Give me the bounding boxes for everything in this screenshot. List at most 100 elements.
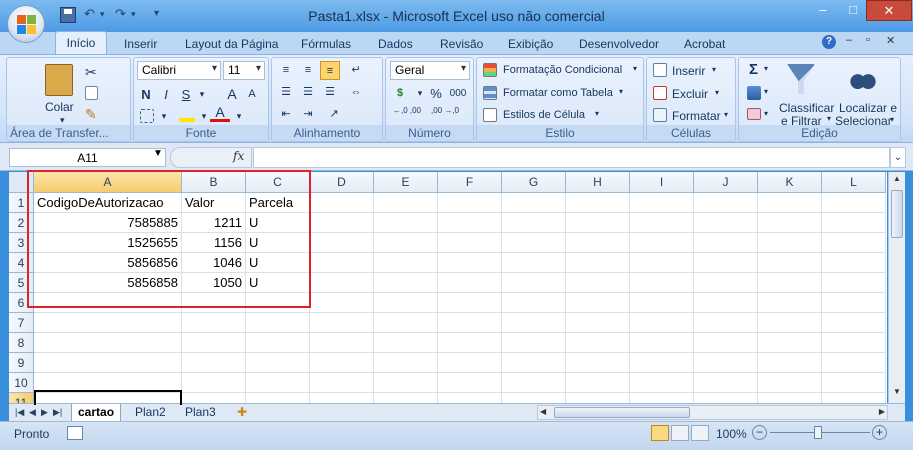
grid-cell[interactable] — [438, 353, 502, 373]
grid-cell[interactable] — [566, 253, 630, 273]
grid-cell[interactable] — [438, 293, 502, 313]
grid-cell[interactable] — [566, 273, 630, 293]
grid-cell[interactable] — [630, 193, 694, 213]
grid-cell[interactable] — [438, 193, 502, 213]
column-header-l[interactable]: L — [822, 172, 886, 193]
cut-icon[interactable]: ✂ — [85, 64, 97, 81]
column-header-h[interactable]: H — [566, 172, 630, 193]
grid-cell[interactable] — [374, 393, 438, 403]
grid-cell[interactable] — [694, 333, 758, 353]
clear-icon[interactable] — [747, 108, 761, 120]
grid-cell[interactable] — [374, 273, 438, 293]
align-right-icon[interactable]: ☰ — [320, 83, 340, 102]
grid-cell[interactable] — [502, 273, 566, 293]
grid-cell[interactable] — [694, 233, 758, 253]
grid-cell[interactable] — [758, 393, 822, 403]
autosum-button[interactable]: Σ — [749, 61, 758, 78]
paste-icon[interactable] — [45, 64, 73, 96]
grid-cell[interactable] — [310, 293, 374, 313]
column-header-i[interactable]: I — [630, 172, 694, 193]
grid-cell[interactable] — [758, 353, 822, 373]
macro-record-icon[interactable] — [67, 426, 83, 440]
tab-exibicao[interactable]: Exibição — [508, 37, 553, 51]
align-center-icon[interactable]: ☰ — [298, 83, 318, 102]
grid-cell[interactable] — [182, 373, 246, 393]
increase-decimal-button[interactable]: ←,0 ,00 — [390, 106, 424, 125]
grid-cell[interactable] — [694, 213, 758, 233]
column-header-e[interactable]: E — [374, 172, 438, 193]
grid-cell[interactable] — [502, 253, 566, 273]
format-table-button[interactable]: Formatar como Tabela — [503, 87, 613, 99]
grid-cell[interactable] — [182, 333, 246, 353]
find-select-dropdown-icon[interactable]: ▾ — [890, 115, 894, 124]
grid-cell[interactable] — [310, 313, 374, 333]
grid-cell[interactable] — [438, 253, 502, 273]
grid-cell[interactable] — [694, 273, 758, 293]
grid-cell[interactable] — [438, 393, 502, 403]
workbook-restore-icon[interactable]: ▫ — [866, 34, 870, 46]
format-dropdown-icon[interactable]: ▾ — [724, 110, 728, 119]
font-size-combo[interactable]: 11 — [223, 61, 265, 80]
grid-cell[interactable] — [694, 253, 758, 273]
row-header-8[interactable]: 8 — [9, 333, 34, 353]
grid-cell[interactable] — [822, 293, 886, 313]
grid-cell[interactable] — [374, 313, 438, 333]
grid-cell[interactable] — [694, 313, 758, 333]
grid-cell[interactable] — [310, 373, 374, 393]
grid-cell[interactable] — [438, 313, 502, 333]
grow-font-button[interactable]: A — [222, 85, 242, 104]
grid-cell[interactable] — [630, 333, 694, 353]
grid-cell[interactable] — [182, 393, 246, 403]
grid-cell[interactable] — [502, 213, 566, 233]
grid-cell[interactable] — [374, 233, 438, 253]
column-header-f[interactable]: F — [438, 172, 502, 193]
sheet-nav-last-icon[interactable]: ▶| — [47, 404, 68, 422]
grid-cell[interactable] — [246, 373, 310, 393]
column-header-d[interactable]: D — [310, 172, 374, 193]
percent-button[interactable]: % — [426, 84, 446, 103]
grid-cell[interactable] — [758, 273, 822, 293]
font-name-combo[interactable]: Calibri — [137, 61, 221, 80]
grid-cell[interactable] — [758, 213, 822, 233]
grid-cell[interactable] — [34, 313, 182, 333]
name-box-dropdown-icon[interactable]: ▼ — [153, 148, 163, 159]
tab-inicio[interactable]: Início — [55, 31, 107, 55]
grid-cell[interactable] — [630, 313, 694, 333]
grid-cell[interactable] — [502, 373, 566, 393]
grid-cell[interactable] — [758, 233, 822, 253]
cell-styles-button[interactable]: Estilos de Célula — [503, 109, 585, 121]
row-header-9[interactable]: 9 — [9, 353, 34, 373]
grid-cell[interactable] — [758, 333, 822, 353]
tab-layout[interactable]: Layout da Página — [185, 37, 278, 51]
grid-cell[interactable] — [822, 233, 886, 253]
page-break-view-icon[interactable] — [691, 425, 709, 441]
borders-dropdown-icon[interactable]: ▾ — [154, 107, 174, 126]
grid-cell[interactable] — [438, 273, 502, 293]
grid-cell[interactable] — [374, 213, 438, 233]
column-header-g[interactable]: G — [502, 172, 566, 193]
grid-cell[interactable] — [310, 193, 374, 213]
horizontal-scroll-thumb[interactable] — [554, 407, 690, 418]
grid-cell[interactable] — [310, 393, 374, 403]
bold-button[interactable]: N — [136, 85, 156, 104]
grid-cell[interactable] — [374, 333, 438, 353]
minimize-button[interactable]: – — [808, 0, 838, 21]
sheet-tab-plan2[interactable]: Plan2 — [129, 404, 172, 422]
help-icon[interactable]: ? — [822, 35, 836, 49]
align-bottom-icon[interactable]: ≡ — [320, 61, 340, 80]
grid-cell[interactable] — [502, 233, 566, 253]
grid-cell[interactable] — [502, 293, 566, 313]
grid-cell[interactable] — [694, 373, 758, 393]
sheet-tab-plan3[interactable]: Plan3 — [179, 404, 222, 422]
grid-cell[interactable] — [694, 293, 758, 313]
grid-cell[interactable] — [438, 213, 502, 233]
grid-cell[interactable] — [630, 253, 694, 273]
copy-icon[interactable] — [85, 86, 98, 100]
tab-dados[interactable]: Dados — [378, 37, 413, 51]
grid-cell[interactable] — [694, 193, 758, 213]
workbook-close-icon[interactable]: ✕ — [886, 34, 895, 47]
sort-filter-label-1[interactable]: Classificar — [779, 101, 834, 115]
sort-filter-dropdown-icon[interactable]: ▾ — [827, 114, 831, 123]
zoom-in-icon[interactable]: + — [872, 425, 887, 440]
row-header-10[interactable]: 10 — [9, 373, 34, 393]
